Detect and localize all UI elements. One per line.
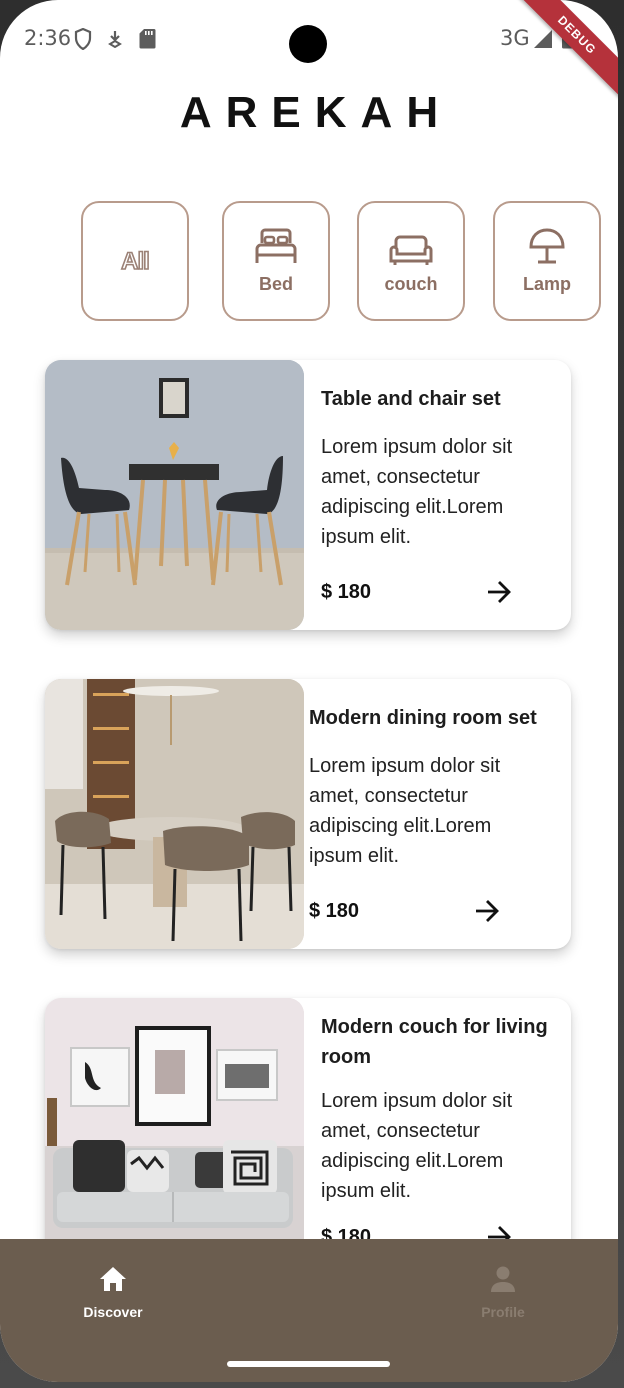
- bed-icon: [254, 227, 298, 272]
- category-bed[interactable]: Bed: [222, 201, 330, 321]
- nav-label: Discover: [83, 1304, 143, 1320]
- category-all[interactable]: All: [81, 201, 189, 321]
- nav-label: Profile: [481, 1304, 525, 1320]
- app-title: AREKAH: [179, 88, 453, 137]
- table-chair-photo: [45, 360, 304, 630]
- product-description: Lorem ipsum dolor sit amet, consectetur …: [309, 755, 501, 867]
- product-card[interactable]: Modern dining room set Lorem ipsum dolor…: [45, 679, 571, 949]
- product-card[interactable]: Table and chair set Lorem ipsum dolor si…: [45, 360, 571, 630]
- category-label: Lamp: [522, 274, 571, 294]
- card-body: Table and chair set Lorem ipsum dolor si…: [321, 360, 561, 630]
- living-room-photo: [45, 998, 304, 1268]
- card-body: Modern couch for living room Lorem ipsum…: [321, 998, 561, 1268]
- category-label: couch: [384, 274, 438, 294]
- status-time: 2:36: [24, 26, 72, 50]
- status-bar: 2:36 3G DEBUG: [0, 0, 618, 98]
- home-icon: [98, 1267, 128, 1297]
- network-type: 3G: [500, 26, 530, 50]
- gesture-home-bar[interactable]: [227, 1361, 390, 1367]
- product-price: $ 180: [309, 900, 360, 922]
- product-title: Modern dining room set: [309, 707, 537, 729]
- front-camera: [289, 25, 327, 63]
- couch-icon: [388, 235, 434, 272]
- dining-room-photo: [45, 679, 304, 949]
- card-body: Modern dining room set Lorem ipsum dolor…: [309, 679, 559, 949]
- arrow-right-icon[interactable]: [485, 578, 513, 606]
- product-card[interactable]: Modern couch for living room Lorem ipsum…: [45, 998, 571, 1268]
- app-screen: 2:36 3G DEBUG AREKAH All Bed couch Lamp …: [0, 0, 618, 1382]
- sd-card-icon: [139, 28, 156, 54]
- category-label: Bed: [258, 274, 293, 294]
- shield-icon: [74, 27, 92, 55]
- bottom-navigation: Discover Profile: [0, 1239, 618, 1382]
- category-lamp[interactable]: Lamp: [493, 201, 601, 321]
- product-title: Table and chair set: [321, 388, 501, 410]
- arrow-right-icon[interactable]: [473, 897, 501, 925]
- signal-icon: [533, 29, 553, 54]
- product-description: Lorem ipsum dolor sit amet, consectetur …: [321, 436, 513, 548]
- nav-discover[interactable]: Discover: [53, 1265, 173, 1320]
- category-couch[interactable]: couch: [357, 201, 465, 321]
- product-description: Lorem ipsum dolor sit amet, consectetur …: [321, 1090, 513, 1202]
- product-price: $ 180: [321, 581, 372, 603]
- download-sync-icon: [107, 30, 123, 53]
- lamp-icon: [526, 227, 568, 272]
- category-label: All: [120, 247, 150, 276]
- person-icon: [488, 1266, 518, 1297]
- nav-profile[interactable]: Profile: [443, 1265, 563, 1320]
- product-title: Modern couch for living room: [321, 1016, 548, 1068]
